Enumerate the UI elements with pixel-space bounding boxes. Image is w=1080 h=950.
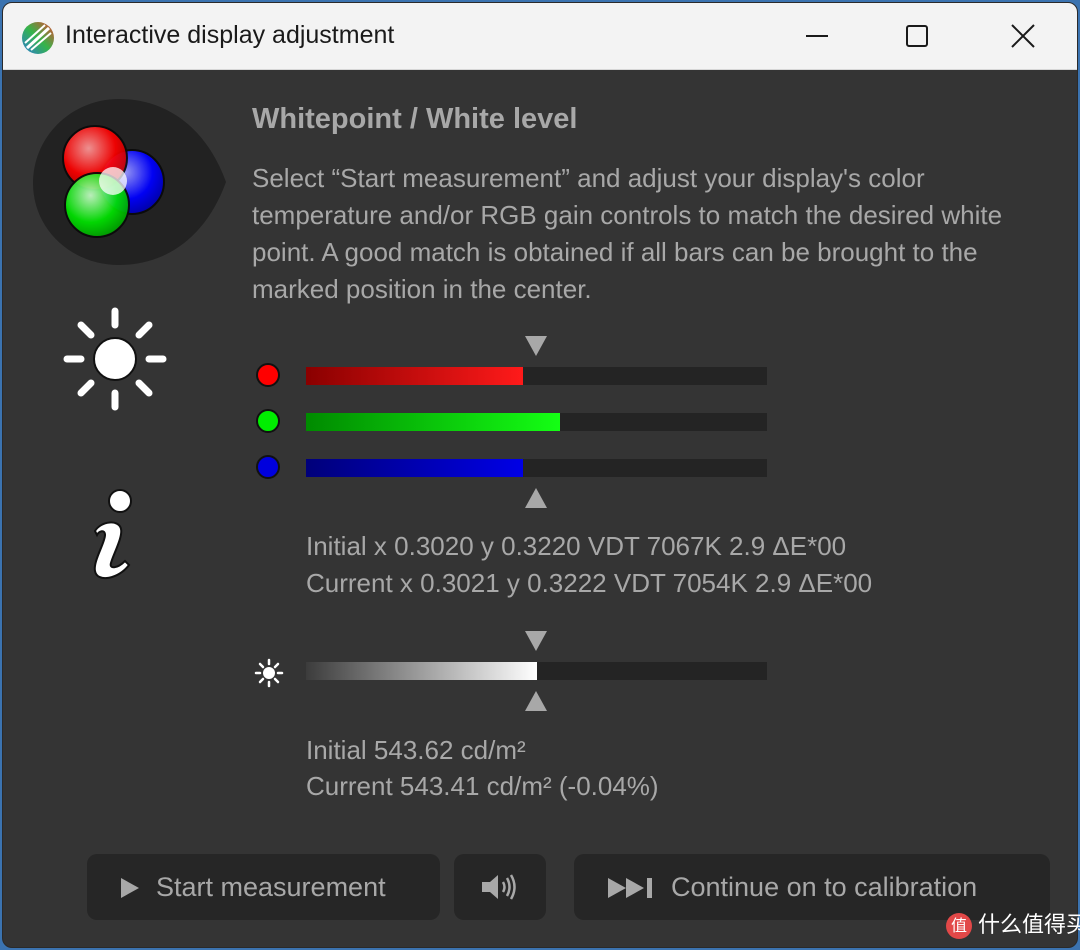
- start-measurement-label: Start measurement: [156, 872, 386, 902]
- green-gain-bar: [306, 413, 767, 431]
- app-logo-icon: [22, 22, 54, 54]
- green-gain-fill: [306, 413, 560, 431]
- start-measurement-button[interactable]: Start measurement: [87, 854, 440, 920]
- green-channel-dot: [256, 409, 280, 433]
- whitepoint-current-reading: Current x 0.3021 y 0.3222 VDT 7054K 2.9 …: [306, 568, 873, 598]
- sound-toggle-button[interactable]: [454, 854, 546, 920]
- blue-gain-bar: [306, 459, 767, 477]
- minimize-icon: [806, 35, 828, 37]
- info-icon: [93, 489, 132, 580]
- section-heading: Whitepoint / White level: [252, 103, 578, 135]
- white-level-initial-reading: Initial 543.62 cd/m²: [306, 735, 526, 765]
- red-gain-fill: [306, 367, 523, 385]
- close-icon: [1011, 24, 1035, 48]
- speaker-icon: [482, 874, 516, 900]
- red-gain-bar: [306, 367, 767, 385]
- window-title: Interactive display adjustment: [65, 21, 395, 49]
- whitepoint-target-marker-top: [525, 336, 547, 356]
- small-sun-icon: [254, 658, 284, 688]
- white-level-bar: [306, 662, 767, 680]
- play-icon: [121, 878, 139, 898]
- maximize-button[interactable]: [867, 3, 967, 69]
- blue-gain-fill: [306, 459, 523, 477]
- blue-channel-dot: [256, 455, 280, 479]
- dialog-window: Interactive display adjustment Whitepoin…: [2, 2, 1078, 948]
- close-button[interactable]: [973, 3, 1073, 69]
- instructions-text: Select “Start measurement” and adjust yo…: [252, 163, 1003, 304]
- maximize-icon: [906, 25, 928, 47]
- white-level-target-marker-top: [525, 631, 547, 651]
- white-level-target-marker-bottom: [525, 691, 547, 711]
- white-level-current-reading: Current 543.41 cd/m² (-0.04%): [306, 771, 659, 801]
- minimize-button[interactable]: [767, 3, 867, 69]
- whitepoint-initial-reading: Initial x 0.3020 y 0.3220 VDT 7067K 2.9 …: [306, 531, 847, 561]
- brightness-sun-icon: [63, 307, 167, 411]
- white-level-fill: [306, 662, 537, 680]
- title-bar[interactable]: Interactive display adjustment: [3, 3, 1077, 70]
- rgb-whitepoint-icon: [33, 99, 226, 265]
- watermark: 值什么值得买: [946, 910, 1080, 942]
- skip-forward-icon: [608, 878, 652, 898]
- watermark-logo: 值: [946, 913, 972, 939]
- whitepoint-target-marker-bottom: [525, 488, 547, 508]
- watermark-text: 什么值得买: [978, 913, 1080, 938]
- continue-to-calibration-label: Continue on to calibration: [671, 872, 978, 902]
- red-channel-dot: [256, 363, 280, 387]
